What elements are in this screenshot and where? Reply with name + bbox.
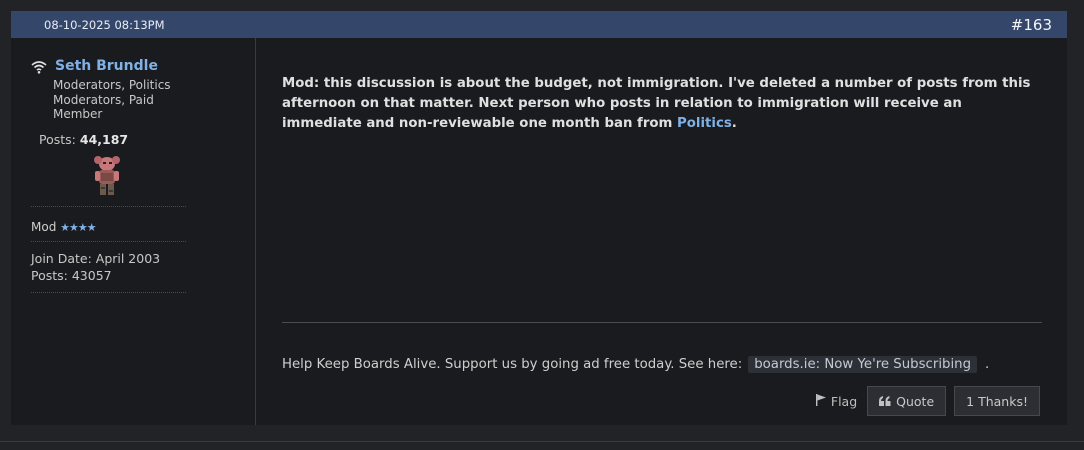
- post-number-link[interactable]: #163: [1011, 16, 1052, 34]
- author-posts-label: Posts:: [39, 131, 76, 147]
- flag-button[interactable]: Flag: [815, 393, 859, 409]
- wifi-icon: [31, 59, 47, 74]
- quote-button[interactable]: Quote: [867, 386, 947, 416]
- quote-label: Quote: [896, 393, 935, 409]
- page-divider: [0, 441, 1084, 442]
- post-body: Seth Brundle Moderators, Politics Modera…: [11, 38, 1067, 425]
- posts-count: Posts: 43057: [31, 267, 112, 283]
- post-date: 08-10-2025 08:13PM: [44, 17, 165, 32]
- rank-stars: ★★★★: [60, 220, 96, 234]
- flag-icon: [815, 393, 827, 409]
- thanks-button[interactable]: 1 Thanks!: [954, 386, 1040, 416]
- signature-text: Help Keep Boards Alive. Support us by go…: [282, 357, 743, 372]
- signature: Help Keep Boards Alive. Support us by go…: [282, 356, 989, 373]
- post-message: Mod: this discussion is about the budget…: [282, 74, 1042, 134]
- author-name-row: Seth Brundle: [31, 58, 255, 74]
- message-end: .: [731, 116, 737, 131]
- quote-icon: [879, 394, 891, 409]
- author-meta: Join Date: April 2003 Posts: 43057: [31, 242, 255, 292]
- post-actions: Flag Quote 1 Thanks!: [815, 386, 1040, 416]
- rank-row: Mod ★★★★: [31, 207, 255, 241]
- avatar[interactable]: [89, 153, 125, 197]
- politics-link[interactable]: Politics: [677, 116, 732, 131]
- author-posts-value: 44,187: [79, 131, 129, 147]
- divider: [31, 291, 186, 293]
- post-header: 08-10-2025 08:13PM #163: [11, 11, 1067, 38]
- post-content: Mod: this discussion is about the budget…: [256, 38, 1067, 425]
- thanks-label: 1 Thanks!: [966, 393, 1028, 409]
- signature-end: .: [985, 357, 990, 372]
- message-text: Mod: this discussion is about the budget…: [282, 76, 1031, 131]
- signature-divider: [282, 322, 1042, 323]
- join-date: Join Date: April 2003: [31, 250, 161, 266]
- author-name-link[interactable]: Seth Brundle: [55, 58, 158, 74]
- flag-label: Flag: [830, 393, 858, 409]
- author-info: Seth Brundle Moderators, Politics Modera…: [11, 38, 256, 425]
- subscribing-link[interactable]: boards.ie: Now Ye're Subscribing: [748, 356, 978, 373]
- rank-label: Mod: [31, 219, 57, 234]
- author-roles: Moderators, Politics Moderators, Paid Me…: [53, 78, 171, 121]
- post: 08-10-2025 08:13PM #163 Seth Brundle Mod…: [11, 11, 1067, 425]
- author-posts: Posts: 44,187: [39, 132, 255, 147]
